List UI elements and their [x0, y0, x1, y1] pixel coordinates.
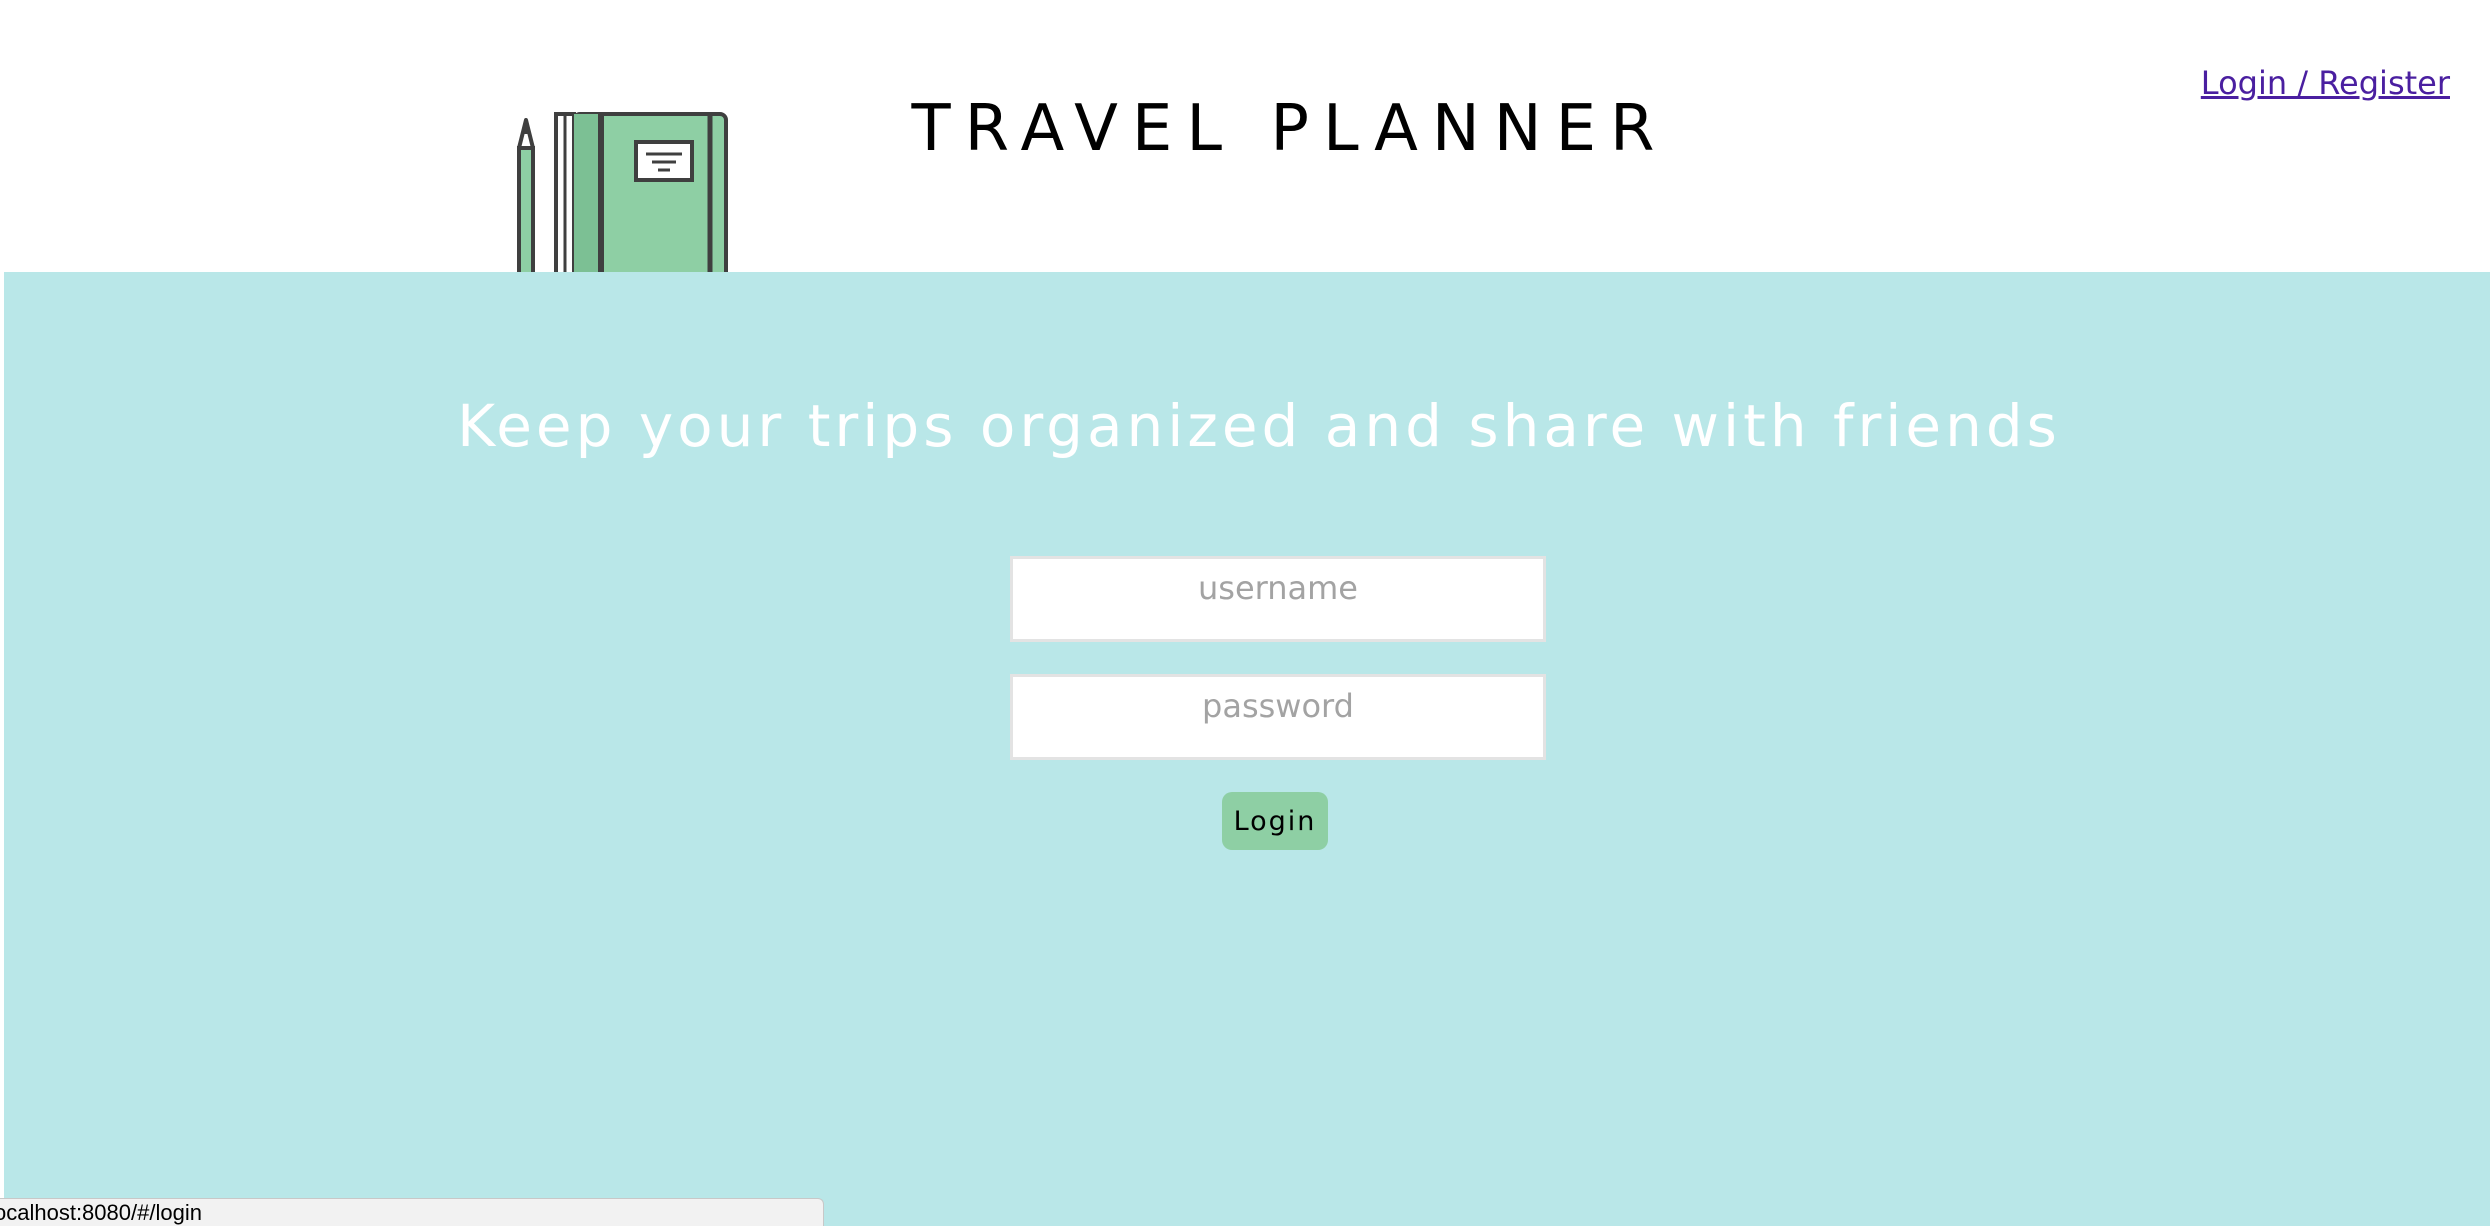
notebook-and-pencil-icon: [517, 112, 728, 274]
password-input[interactable]: [1010, 674, 1546, 760]
login-button[interactable]: Login: [1222, 792, 1328, 850]
hero-section: Keep your trips organized and share with…: [4, 272, 2490, 1226]
username-input[interactable]: [1010, 556, 1546, 642]
site-title: TRAVEL PLANNER: [911, 92, 1669, 166]
pencil-icon: [517, 118, 535, 274]
hero-tagline: Keep your trips organized and share with…: [457, 392, 2061, 460]
site-header: TRAVEL PLANNER Login / Register: [0, 0, 2490, 274]
login-register-link[interactable]: Login / Register: [2201, 64, 2450, 102]
page: TRAVEL PLANNER Login / Register Keep you…: [0, 0, 2490, 1226]
browser-status-bar-url: ocalhost:8080/#/login: [0, 1198, 824, 1226]
